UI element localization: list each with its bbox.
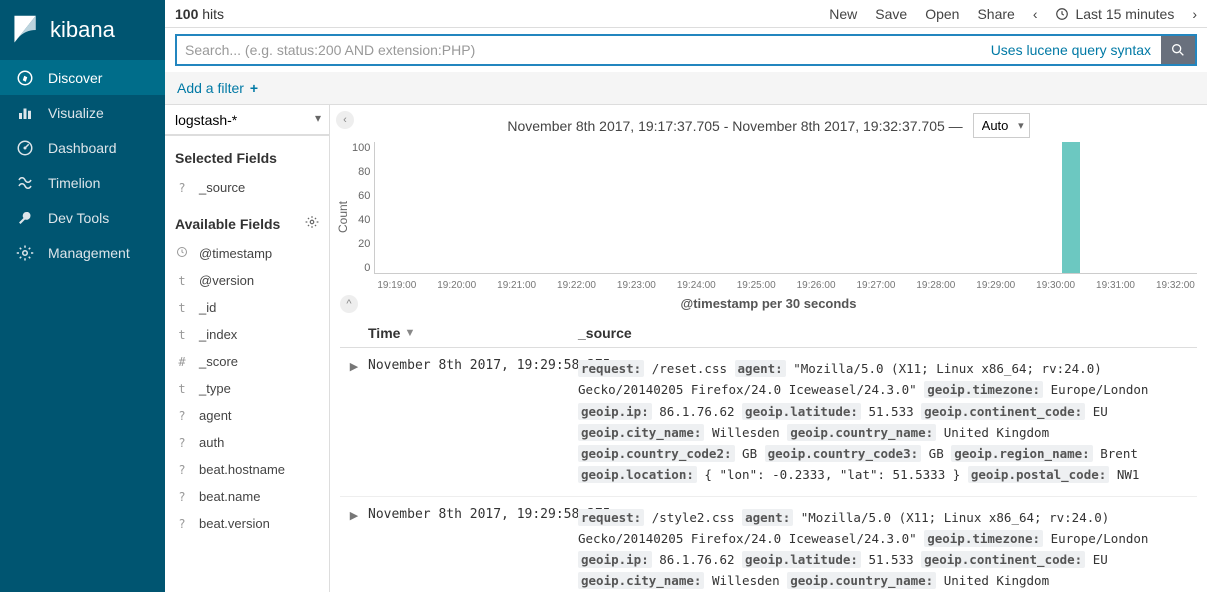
gear-icon [305, 215, 319, 229]
field-type-icon: t [175, 301, 189, 315]
documents-table: Time ▼ _source ▶November 8th 2017, 19:29… [330, 319, 1207, 592]
field-_source[interactable]: ?_source [165, 174, 329, 201]
share-button[interactable]: Share [977, 6, 1014, 22]
sidebar: kibana DiscoverVisualizeDashboardTimelio… [0, 0, 165, 592]
search-icon [1170, 42, 1186, 58]
doc-source: request: /style2.css agent: "Mozilla/5.0… [578, 507, 1197, 592]
document-row: ▶November 8th 2017, 19:29:58.375request:… [340, 497, 1197, 592]
field-beat-hostname[interactable]: ?beat.hostname [165, 456, 329, 483]
time-range-label: Last 15 minutes [1075, 6, 1174, 22]
sort-desc-icon: ▼ [404, 327, 415, 339]
doc-time: November 8th 2017, 19:29:58.375 [368, 358, 578, 486]
nav-item-visualize[interactable]: Visualize [0, 95, 165, 130]
x-axis-label: @timestamp per 30 seconds [681, 296, 857, 311]
open-button[interactable]: Open [925, 6, 959, 22]
nav-item-timelion[interactable]: Timelion [0, 165, 165, 200]
histogram-header: ‹ November 8th 2017, 19:17:37.705 - Nove… [330, 105, 1207, 142]
histogram-bar[interactable] [1062, 142, 1080, 273]
field-type-icon: ? [175, 181, 189, 195]
lucene-syntax-link[interactable]: Uses lucene query syntax [981, 34, 1161, 66]
field-_type[interactable]: t_type [165, 375, 329, 402]
prev-time-button[interactable]: ‹ [1033, 6, 1038, 22]
fields-settings-button[interactable] [305, 215, 319, 232]
y-axis-ticks: 100806040200 [352, 142, 374, 292]
discover-icon [16, 69, 34, 87]
time-range-picker[interactable]: Last 15 minutes [1055, 6, 1174, 22]
field-type-icon: ? [175, 490, 189, 504]
doc-source: request: /reset.css agent: "Mozilla/5.0 … [578, 358, 1197, 486]
field-type-icon: ? [175, 409, 189, 423]
clock-icon [1055, 7, 1069, 21]
field-type-icon: # [175, 355, 189, 369]
field-type-icon: t [175, 382, 189, 396]
field-type-icon: ? [175, 436, 189, 450]
chart-canvas[interactable]: 19:19:0019:20:0019:21:0019:22:0019:23:00… [374, 142, 1197, 274]
next-time-button[interactable]: › [1192, 6, 1197, 22]
top-actions: New Save Open Share ‹ Last 15 minutes › [829, 6, 1197, 22]
management-icon [16, 244, 34, 262]
field-type-icon: ? [175, 517, 189, 531]
dashboard-icon [16, 139, 34, 157]
histogram-chart[interactable]: Count 100806040200 19:19:0019:20:0019:21… [330, 142, 1207, 292]
expand-doc-button[interactable]: ▶ [340, 507, 368, 592]
y-axis-label: Count [334, 142, 352, 292]
column-time[interactable]: Time ▼ [368, 325, 578, 341]
search-input[interactable] [175, 34, 981, 66]
hit-count: 100 hits [175, 6, 224, 22]
nav-item-dashboard[interactable]: Dashboard [0, 130, 165, 165]
collapse-chart-button[interactable]: ^ [340, 295, 358, 313]
x-axis-ticks: 19:19:0019:20:0019:21:0019:22:0019:23:00… [375, 280, 1197, 291]
search-bar: Uses lucene query syntax [165, 28, 1207, 72]
field-agent[interactable]: ?agent [165, 402, 329, 429]
topbar: 100 hits New Save Open Share ‹ Last 15 minu… [165, 0, 1207, 28]
field-_score[interactable]: #_score [165, 348, 329, 375]
timelion-icon [16, 174, 34, 192]
field-beat-version[interactable]: ?beat.version [165, 510, 329, 537]
time-range-title: November 8th 2017, 19:17:37.705 - Novemb… [507, 118, 962, 134]
nav-item-dev-tools[interactable]: Dev Tools [0, 200, 165, 235]
save-button[interactable]: Save [875, 6, 907, 22]
document-row: ▶November 8th 2017, 19:29:58.375request:… [340, 348, 1197, 497]
field-_id[interactable]: t_id [165, 294, 329, 321]
visualize-icon [16, 104, 34, 122]
fields-panel: logstash-* Selected Fields ?_source Avai… [165, 105, 330, 592]
kibana-logo-icon [12, 14, 40, 46]
field-beat-name[interactable]: ?beat.name [165, 483, 329, 510]
field-type-icon [175, 246, 189, 261]
index-pattern-select[interactable]: logstash-* [165, 105, 329, 135]
selected-fields-heading: Selected Fields [165, 136, 329, 174]
search-button[interactable] [1161, 34, 1197, 66]
add-filter-button[interactable]: Add a filter + [177, 80, 258, 96]
field-type-icon: t [175, 328, 189, 342]
field--version[interactable]: t@version [165, 267, 329, 294]
nav-item-discover[interactable]: Discover [0, 60, 165, 95]
expand-doc-button[interactable]: ▶ [340, 358, 368, 486]
dev tools-icon [16, 209, 34, 227]
field-type-icon: ? [175, 463, 189, 477]
available-fields-heading: Available Fields [165, 201, 329, 240]
documents-header: Time ▼ _source [340, 319, 1197, 348]
collapse-fields-button[interactable]: ‹ [336, 111, 354, 129]
field--timestamp[interactable]: @timestamp [165, 240, 329, 267]
field-auth[interactable]: ?auth [165, 429, 329, 456]
column-source[interactable]: _source [578, 325, 1197, 341]
field-type-icon: t [175, 274, 189, 288]
brand-logo[interactable]: kibana [0, 0, 165, 60]
field-_index[interactable]: t_index [165, 321, 329, 348]
filter-bar: Add a filter + [165, 72, 1207, 105]
new-button[interactable]: New [829, 6, 857, 22]
brand-name: kibana [50, 17, 115, 43]
doc-time: November 8th 2017, 19:29:58.375 [368, 507, 578, 592]
interval-select[interactable]: Auto [973, 113, 1030, 138]
nav-item-management[interactable]: Management [0, 235, 165, 270]
